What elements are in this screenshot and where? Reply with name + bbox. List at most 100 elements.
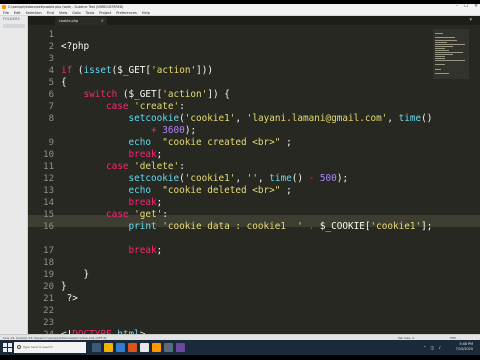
- tab-dropdown-icon[interactable]: ▾: [469, 16, 472, 25]
- code-token: ,: [257, 173, 270, 184]
- code-token: 'create': [134, 101, 180, 112]
- chrome-browser-icon[interactable]: [140, 343, 149, 352]
- menu-item-preferences[interactable]: Preferences: [116, 10, 137, 15]
- code-token: ?>: [61, 293, 78, 304]
- code-token: 'cookie1': [184, 173, 236, 184]
- menu-item-edit[interactable]: Edit: [14, 10, 21, 15]
- code-editor[interactable]: 1234567891011121314151617181920212223242…: [28, 25, 480, 334]
- file-explorer-icon[interactable]: [104, 343, 113, 352]
- windows-taskbar: Type here to search ⌃ ◫ ♪ 5:48 PM 7/10/2…: [0, 340, 480, 355]
- code-token: ($_GET[: [117, 89, 163, 100]
- code-line[interactable]: }: [61, 281, 67, 293]
- code-line[interactable]: ?>: [61, 293, 78, 305]
- code-token: ;: [280, 185, 292, 196]
- menu-item-view[interactable]: View: [59, 10, 67, 15]
- code-token: ;: [156, 149, 163, 160]
- code-token: print: [128, 221, 157, 232]
- menu-item-selection[interactable]: Selection: [26, 10, 42, 15]
- sidebar: FOLDERS: [0, 16, 28, 334]
- menu-item-help[interactable]: Help: [142, 10, 150, 15]
- clock-date[interactable]: 7/10/2020: [456, 347, 473, 352]
- code-token: 500: [319, 173, 337, 184]
- code-token: ;: [280, 137, 292, 148]
- edge-browser-icon[interactable]: [116, 343, 125, 352]
- code-line[interactable]: {: [61, 77, 67, 89]
- screen: C:\xampp\htdocs\web\cookie.php (web) - S…: [0, 0, 480, 360]
- code-line[interactable]: case 'create':: [61, 101, 185, 113]
- code-token: setcookie: [128, 113, 180, 124]
- system-tray[interactable]: ⌃ ◫ ♪ 5:48 PM 7/10/2020: [417, 341, 477, 354]
- menu-item-goto[interactable]: Goto: [72, 10, 80, 15]
- code-line[interactable]: case 'delete':: [61, 161, 185, 173]
- code-token: (: [72, 65, 84, 76]
- sidebar-item[interactable]: [3, 24, 25, 28]
- letterbox-bottom: [0, 355, 480, 360]
- code-line[interactable]: if (isset($_GET['action'])): [61, 65, 213, 77]
- app-icon[interactable]: [176, 343, 185, 352]
- menu-item-file[interactable]: File: [3, 10, 9, 15]
- code-token: 'action': [151, 65, 197, 76]
- code-token: 'cookie data : cookie1 ': [162, 221, 303, 232]
- tab-cookie-php[interactable]: cookie.php ×: [55, 17, 107, 25]
- taskbar-search[interactable]: Type here to search: [14, 342, 86, 353]
- line-number: 13: [43, 186, 54, 196]
- tray-icons[interactable]: ⌃ ◫ ♪: [423, 343, 443, 352]
- code-token: );: [336, 173, 349, 184]
- code-token: case: [106, 209, 129, 220]
- code-line[interactable]: echo "cookie created <br>" ;: [61, 137, 292, 149]
- line-number: 2: [48, 42, 54, 52]
- line-number: 8: [48, 114, 54, 124]
- sublime-text-icon[interactable]: [152, 343, 161, 352]
- code-token: echo: [128, 137, 152, 148]
- code-line[interactable]: case 'get':: [61, 209, 168, 221]
- code-token: '': [246, 173, 258, 184]
- code-line[interactable]: setcookie('cookie1', 'layani.lamani@gmai…: [61, 113, 433, 125]
- code-token: 'layani.lamani@gmail.com': [246, 113, 388, 124]
- tab-bar: cookie.php × ▾: [28, 16, 480, 25]
- code-line[interactable]: setcookie('cookie1', '', time() - 500);: [61, 173, 349, 185]
- code-line[interactable]: }: [61, 269, 90, 281]
- code-token: isset: [83, 65, 112, 76]
- code-line[interactable]: <?php: [61, 41, 89, 53]
- code-line[interactable]: + 3600);: [61, 125, 196, 137]
- code-token: $_COOKIE[: [314, 221, 371, 232]
- minimap[interactable]: [433, 29, 469, 79]
- code-line[interactable]: break;: [61, 245, 163, 257]
- task-view-icon[interactable]: [92, 343, 101, 352]
- code-line[interactable]: print 'cookie data : cookie1 ' . $_COOKI…: [61, 221, 433, 233]
- taskbar-search-placeholder: Type here to search: [23, 345, 53, 349]
- code-token: ($_GET[: [111, 65, 152, 76]
- menu-item-find[interactable]: Find: [47, 10, 54, 15]
- code-token: ])): [196, 65, 213, 76]
- app-icon[interactable]: [128, 343, 137, 352]
- code-token: ;: [156, 197, 163, 208]
- menu-item-tools[interactable]: Tools: [86, 10, 95, 15]
- menu-item-project[interactable]: Project: [99, 10, 111, 15]
- code-line[interactable]: echo "cookie deleted <br>" ;: [61, 185, 292, 197]
- line-number-gutter: 1234567891011121314151617181920212223242…: [28, 25, 58, 334]
- search-icon: [17, 345, 21, 349]
- line-number: 7: [48, 102, 54, 112]
- code-token: ,: [235, 173, 247, 184]
- code-token: ,: [387, 113, 399, 124]
- code-line[interactable]: switch ($_GET['action']) {: [61, 89, 230, 101]
- code-line[interactable]: break;: [61, 197, 163, 209]
- tab-close-icon[interactable]: ×: [101, 17, 104, 25]
- code-line[interactable]: break;: [61, 149, 163, 161]
- start-button[interactable]: [2, 342, 12, 353]
- code-token: :: [179, 101, 185, 112]
- app-icon[interactable]: [164, 343, 173, 352]
- line-number: 20: [43, 282, 54, 292]
- line-number: 1: [48, 30, 54, 40]
- line-number: 18: [43, 258, 54, 268]
- code-token: time: [398, 113, 422, 124]
- code-token: :: [179, 161, 185, 172]
